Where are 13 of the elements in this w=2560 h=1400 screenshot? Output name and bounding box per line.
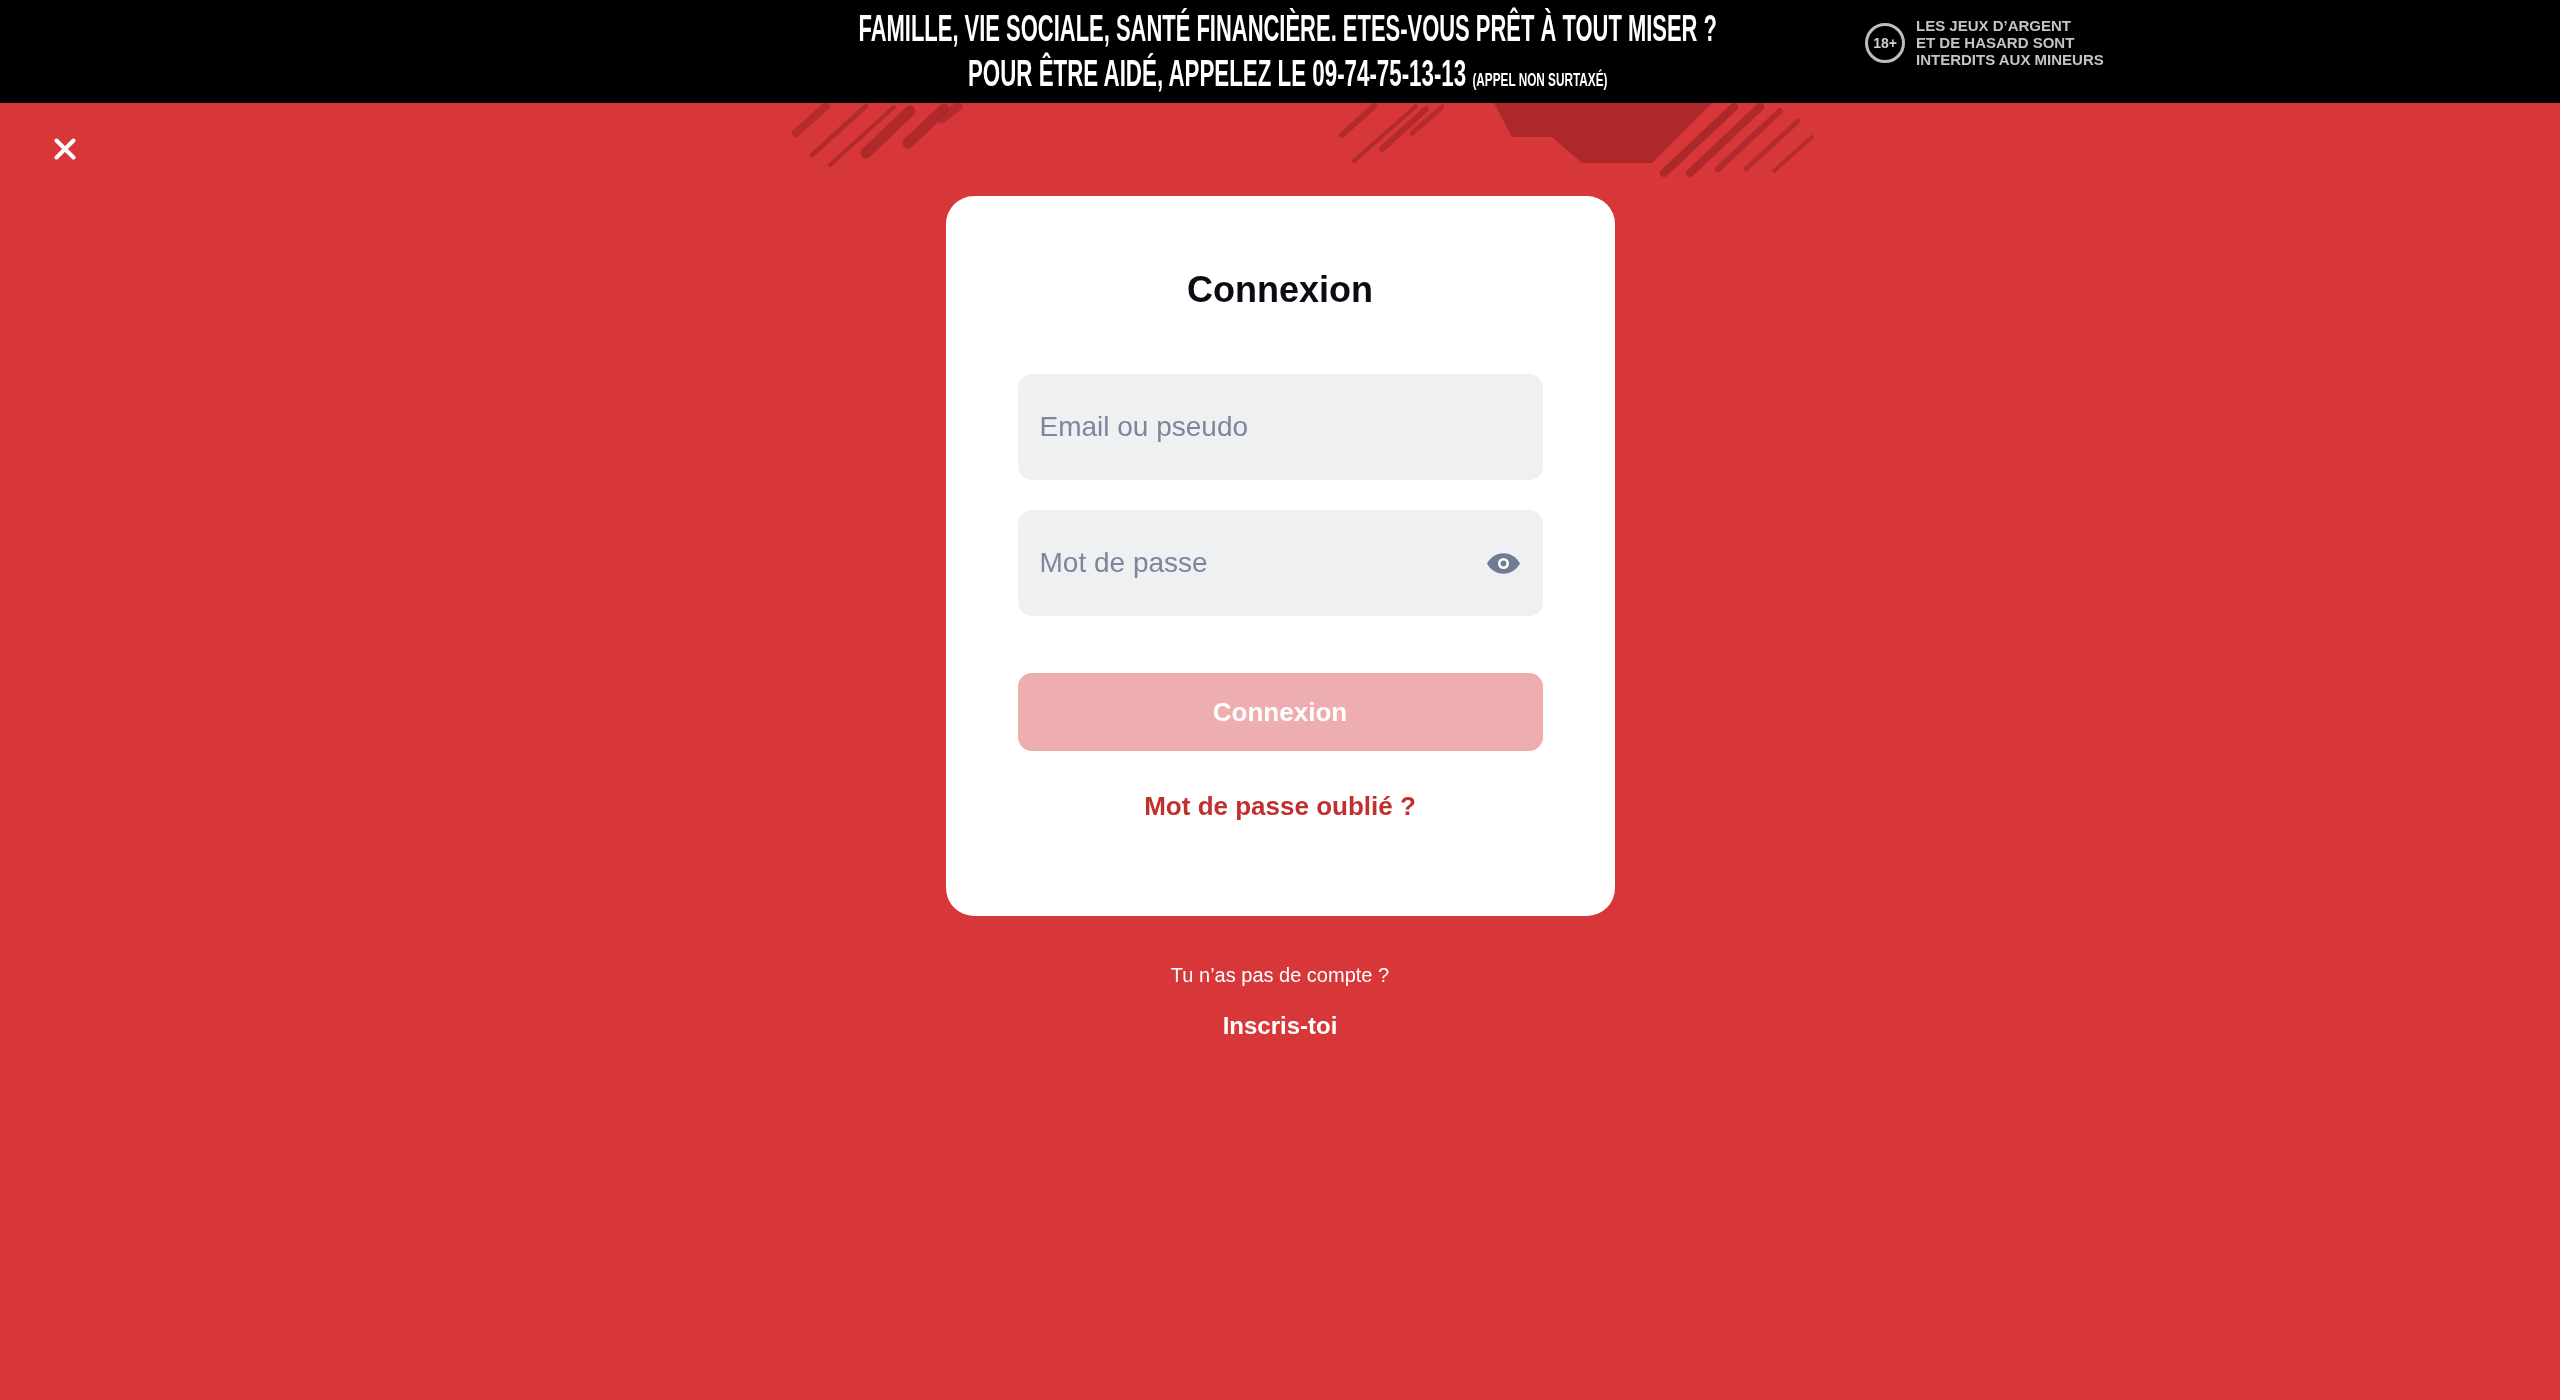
card-title: Connexion xyxy=(1187,268,1373,312)
password-field[interactable]: Mot de passe xyxy=(1017,510,1543,616)
eye-icon[interactable] xyxy=(1486,553,1520,574)
age-warning-text: LES JEUX D’ARGENT ET DE HASARD SONT INTERDITS AUX MINEURS xyxy=(1916,17,2104,68)
signup-link[interactable]: Inscris-toi xyxy=(1222,1010,1338,1042)
close-icon[interactable] xyxy=(54,138,76,160)
forgot-password-link[interactable]: Mot de passe oublié ? xyxy=(1144,790,1416,822)
email-field[interactable]: Email ou pseudo xyxy=(1017,374,1543,480)
helpline-text: POUR ÊTRE AIDÉ, APPELEZ LE 09-74-75-13-13 xyxy=(968,54,1467,94)
signup-prompt: Tu n’as pas de compte ? xyxy=(1170,963,1390,988)
helpline-note: (APPEL NON SURTAXÉ) xyxy=(1472,70,1608,90)
age-limit-mark: 18+ xyxy=(1865,22,1905,63)
warning-headline: FAMILLE, VIE SOCIALE, SANTÉ FINANCIÈRE. ETES-VOUS PRÊT À TOUT MISER ? xyxy=(858,9,1718,49)
